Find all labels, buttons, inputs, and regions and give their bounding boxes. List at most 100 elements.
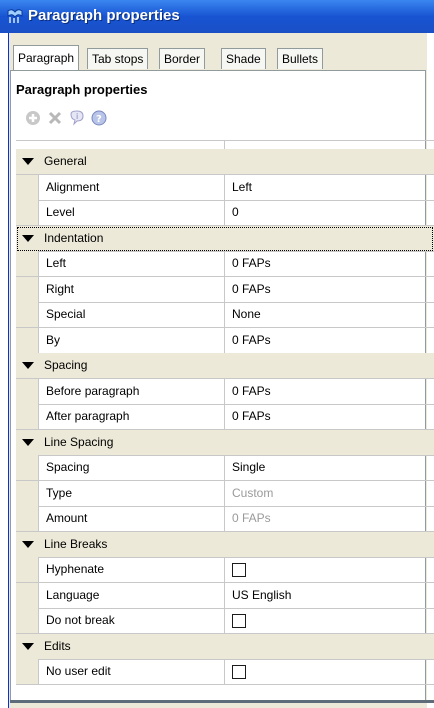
category-row[interactable]: Spacing bbox=[16, 353, 434, 379]
property-row[interactable]: Special None bbox=[16, 302, 434, 328]
collapse-arrow-icon[interactable] bbox=[22, 234, 34, 242]
property-value-cell[interactable] bbox=[224, 659, 434, 684]
property-value-cell[interactable]: 0 FAPs bbox=[224, 276, 434, 302]
collapse-arrow-icon[interactable] bbox=[22, 362, 34, 369]
property-value-cell[interactable]: None bbox=[224, 302, 434, 327]
property-value-cell: Custom bbox=[224, 480, 434, 506]
property-name-cell: Type bbox=[38, 480, 225, 506]
row-gutter bbox=[16, 276, 38, 302]
tab-border[interactable]: Border bbox=[159, 48, 206, 69]
add-button[interactable] bbox=[24, 109, 42, 127]
property-name: Do not break bbox=[46, 613, 115, 627]
category-row[interactable]: Line Breaks bbox=[16, 531, 434, 558]
property-row[interactable]: Do not break bbox=[16, 608, 434, 634]
property-value-cell[interactable]: 0 FAPs bbox=[224, 378, 434, 404]
property-row[interactable]: By 0 FAPs bbox=[16, 327, 434, 354]
category-row[interactable]: General bbox=[16, 149, 434, 175]
property-name-cell: Alignment bbox=[38, 174, 225, 200]
collapse-arrow-icon[interactable] bbox=[22, 158, 34, 165]
property-row[interactable]: No user edit bbox=[16, 659, 434, 685]
checkbox[interactable] bbox=[232, 665, 246, 679]
row-gutter bbox=[16, 557, 38, 582]
property-name: Hyphenate bbox=[46, 562, 105, 576]
property-name-cell: After paragraph bbox=[38, 404, 225, 429]
property-value: US English bbox=[232, 587, 292, 602]
bottom-border bbox=[10, 700, 434, 703]
property-row[interactable]: Alignment Left bbox=[16, 174, 434, 201]
category-label: Spacing bbox=[44, 358, 88, 372]
category-row[interactable]: Edits bbox=[16, 633, 434, 660]
property-row[interactable]: Spacing Single bbox=[16, 455, 434, 481]
property-name: Right bbox=[46, 281, 75, 296]
property-value-cell[interactable]: Left bbox=[224, 174, 434, 200]
property-name-cell: Language bbox=[38, 582, 225, 608]
svg-text:?: ? bbox=[96, 114, 102, 125]
title-bar[interactable]: Paragraph properties bbox=[0, 0, 434, 33]
property-row[interactable]: Amount 0 FAPs bbox=[16, 506, 434, 532]
property-value-cell[interactable] bbox=[224, 608, 434, 633]
property-value-cell[interactable]: 0 FAPs bbox=[224, 251, 434, 276]
row-gutter bbox=[16, 608, 38, 633]
property-name-cell: Right bbox=[38, 276, 225, 302]
category-label: Indentation bbox=[44, 230, 104, 245]
category-row[interactable]: Indentation bbox=[16, 225, 434, 252]
property-value: Single bbox=[232, 460, 266, 474]
collapse-arrow-icon[interactable] bbox=[22, 540, 34, 548]
collapse-arrow-icon[interactable] bbox=[22, 642, 34, 650]
property-value-cell[interactable]: 0 FAPs bbox=[224, 404, 434, 429]
tab-label: Tab stops bbox=[92, 52, 144, 66]
help-button[interactable]: ? bbox=[90, 109, 108, 127]
category-label: Edits bbox=[44, 638, 71, 653]
property-row[interactable]: Left 0 FAPs bbox=[16, 251, 434, 277]
property-name: Before paragraph bbox=[46, 383, 140, 398]
property-name: Language bbox=[46, 587, 100, 602]
property-name-cell: Do not break bbox=[38, 608, 225, 633]
tab-shade[interactable]: Shade bbox=[221, 48, 266, 69]
property-name: Type bbox=[46, 485, 73, 500]
row-gutter bbox=[16, 327, 38, 353]
property-value: 0 FAPs bbox=[232, 409, 271, 423]
row-gutter bbox=[16, 200, 38, 225]
tab-tab-stops[interactable]: Tab stops bbox=[87, 48, 149, 69]
property-row[interactable]: Language US English bbox=[16, 582, 434, 609]
property-name: Alignment bbox=[46, 179, 100, 194]
tab-paragraph[interactable]: Paragraph bbox=[13, 45, 80, 70]
row-gutter bbox=[16, 506, 38, 531]
tab-label: Bullets bbox=[282, 52, 319, 66]
property-value-cell[interactable] bbox=[224, 557, 434, 582]
property-row[interactable]: Hyphenate bbox=[16, 557, 434, 583]
category-label: General bbox=[44, 154, 87, 168]
row-gutter bbox=[16, 174, 38, 200]
row-gutter bbox=[16, 455, 38, 480]
property-value-cell: 0 FAPs bbox=[224, 506, 434, 531]
delete-icon bbox=[48, 111, 62, 125]
property-value-cell[interactable]: US English bbox=[224, 582, 434, 608]
property-row[interactable]: Right 0 FAPs bbox=[16, 276, 434, 303]
property-row[interactable]: Level 0 bbox=[16, 200, 434, 226]
tab-bullets[interactable]: Bullets bbox=[277, 48, 324, 69]
category-label: Line Spacing bbox=[44, 434, 114, 449]
property-name: Spacing bbox=[46, 460, 90, 474]
checkbox[interactable] bbox=[232, 614, 246, 628]
paragraph-properties-icon bbox=[7, 9, 23, 23]
checkbox[interactable] bbox=[232, 563, 246, 577]
property-value-cell[interactable]: 0 FAPs bbox=[224, 327, 434, 353]
category-row[interactable]: Line Spacing bbox=[16, 429, 434, 456]
info-button[interactable]: i bbox=[68, 109, 86, 127]
row-gutter bbox=[16, 480, 38, 506]
tab-label: Border bbox=[164, 52, 201, 66]
add-icon bbox=[26, 111, 40, 125]
property-name: Left bbox=[46, 256, 67, 270]
property-row[interactable]: After paragraph 0 FAPs bbox=[16, 404, 434, 430]
property-row[interactable]: Before paragraph 0 FAPs bbox=[16, 378, 434, 405]
property-value-cell[interactable]: Single bbox=[224, 455, 434, 480]
property-name-cell: Spacing bbox=[38, 455, 225, 480]
property-name-cell: No user edit bbox=[38, 659, 225, 684]
delete-button[interactable] bbox=[46, 109, 64, 127]
property-value-cell[interactable]: 0 bbox=[224, 200, 434, 225]
property-value: 0 FAPs bbox=[232, 332, 271, 347]
property-row[interactable]: Type Custom bbox=[16, 480, 434, 507]
tab-label: Shade bbox=[226, 52, 261, 66]
collapse-arrow-icon[interactable] bbox=[22, 438, 34, 446]
property-name-cell: Level bbox=[38, 200, 225, 225]
